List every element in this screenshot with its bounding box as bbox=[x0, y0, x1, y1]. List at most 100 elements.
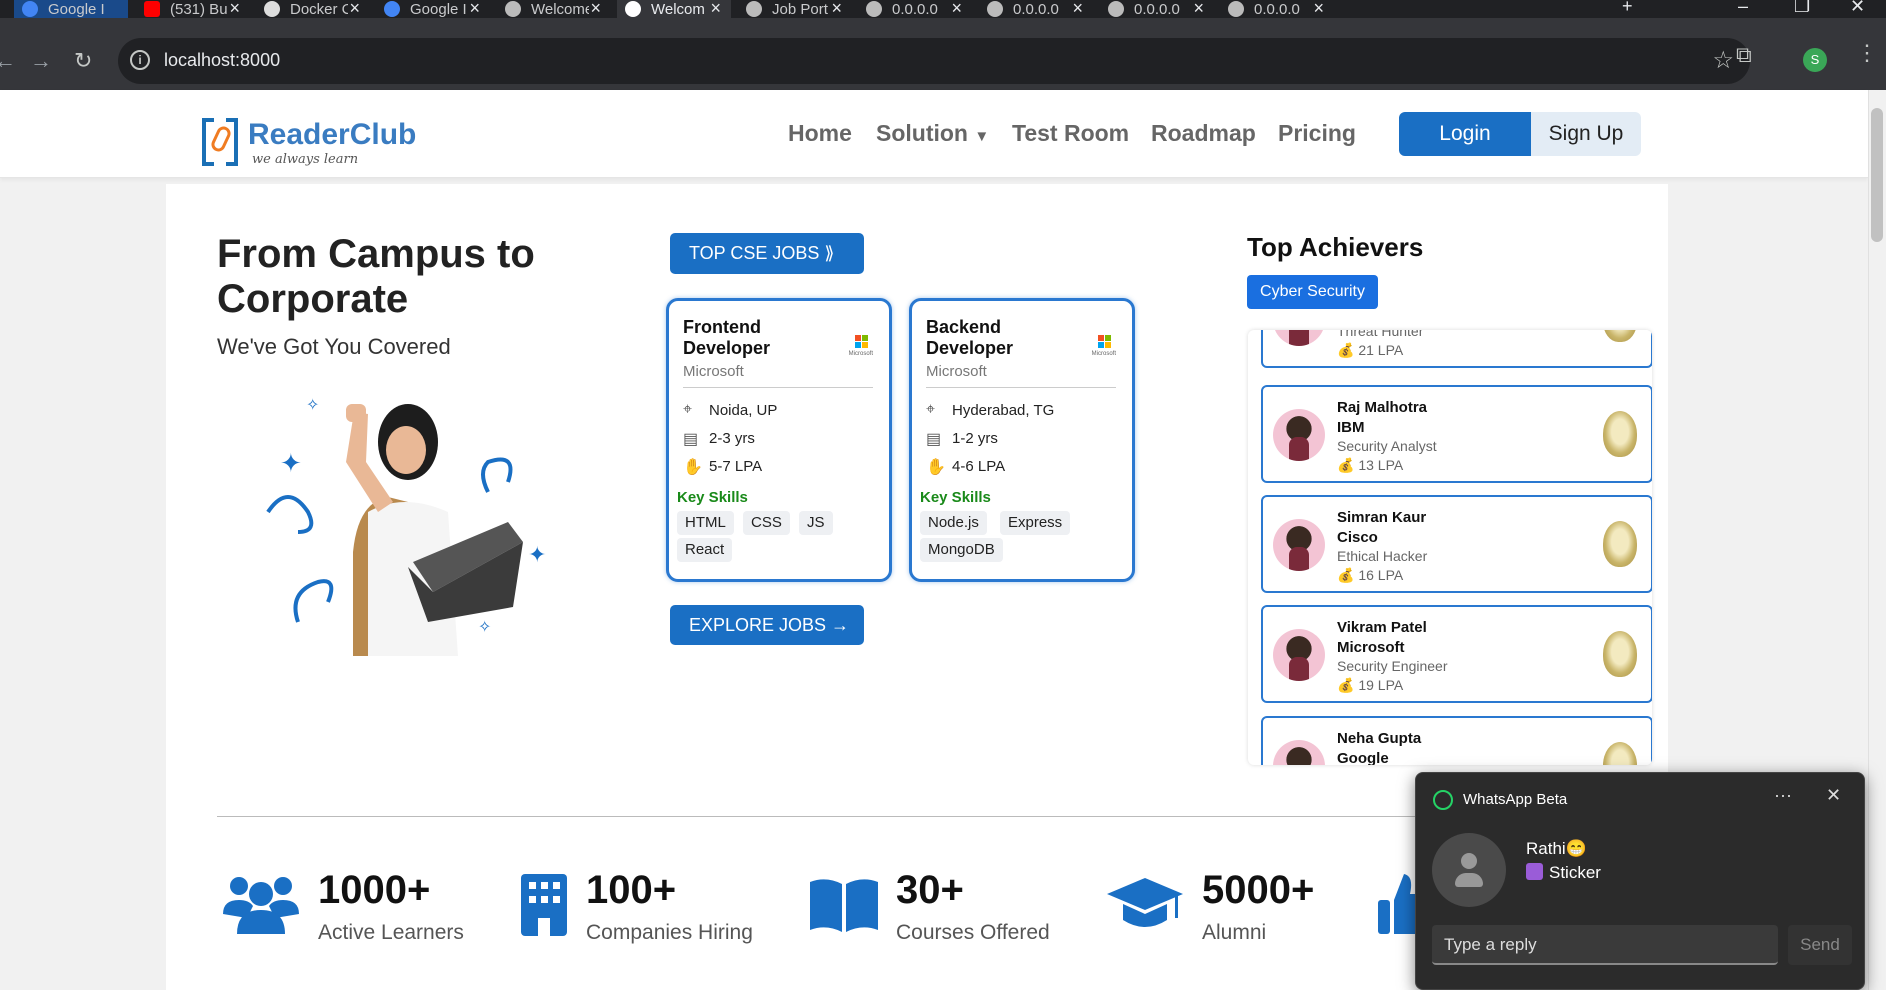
window-close-icon[interactable]: ✕ bbox=[1850, 0, 1865, 17]
achiever-salary: 💰 13 LPA bbox=[1337, 457, 1403, 474]
browser-tab[interactable]: 0.0.0.0 × bbox=[1220, 0, 1334, 18]
nav-test-room[interactable]: Test Room bbox=[1012, 120, 1129, 147]
svg-text:✧: ✧ bbox=[478, 619, 491, 636]
restore-icon[interactable]: ❐ bbox=[1794, 0, 1810, 17]
site-header: ReaderClub we always learn Home Solution… bbox=[0, 90, 1868, 178]
more-options-icon[interactable]: ··· bbox=[1774, 785, 1792, 806]
top-cse-jobs-label: TOP CSE JOBS bbox=[689, 243, 820, 263]
close-tab-icon[interactable]: × bbox=[1313, 0, 1324, 18]
minimize-icon[interactable]: – bbox=[1738, 0, 1748, 17]
browser-tab-active[interactable]: Welcom × bbox=[617, 0, 731, 18]
browser-tab[interactable]: Job Port × bbox=[738, 0, 852, 18]
close-tab-icon[interactable]: × bbox=[831, 0, 842, 18]
achiever-card[interactable]: Neha Gupta Google bbox=[1261, 716, 1652, 765]
microsoft-logo-text: Microsoft bbox=[1091, 351, 1116, 357]
police-badge-icon bbox=[1603, 742, 1637, 765]
job-location: ⌖ Noida, UP bbox=[683, 401, 777, 419]
microsoft-logo-icon bbox=[855, 335, 869, 349]
briefcase-icon: ▤ bbox=[926, 431, 942, 448]
close-tab-icon[interactable]: × bbox=[469, 0, 480, 18]
browser-tab[interactable]: 0.0.0.0 × bbox=[858, 0, 972, 18]
close-tab-icon[interactable]: × bbox=[590, 0, 601, 18]
explore-jobs-button[interactable]: EXPLORE JOBS → bbox=[670, 605, 864, 645]
browser-toolbar: ← → ↻ i localhost:8000 ☆ ⧉ S ⋮ bbox=[0, 18, 1886, 90]
users-icon bbox=[223, 877, 299, 934]
page-scrollbar-thumb[interactable] bbox=[1871, 108, 1883, 242]
profile-avatar[interactable]: S bbox=[1803, 48, 1827, 72]
new-tab-icon[interactable]: + bbox=[1622, 0, 1633, 17]
job-card[interactable]: Frontend Developer Microsoft Microsoft ⌖… bbox=[666, 298, 892, 582]
achiever-card[interactable]: Raj Malhotra IBM Security Analyst 💰 13 L… bbox=[1261, 385, 1652, 483]
achiever-lpa-text: 21 LPA bbox=[1358, 342, 1404, 358]
stat-label: Courses Offered bbox=[896, 921, 1050, 944]
achiever-card[interactable]: Simran Kaur Cisco Ethical Hacker 💰 16 LP… bbox=[1261, 495, 1652, 593]
job-salary: ✋ 4-6 LPA bbox=[926, 457, 1005, 477]
docker-favicon-icon bbox=[264, 1, 280, 17]
close-tab-icon[interactable]: × bbox=[229, 0, 240, 18]
job-salary-text: 5-7 LPA bbox=[709, 457, 763, 475]
achiever-salary: 💰 16 LPA bbox=[1337, 567, 1403, 584]
close-tab-icon[interactable]: × bbox=[1072, 0, 1083, 18]
achiever-photo bbox=[1273, 330, 1325, 346]
skill-chip: JS bbox=[799, 511, 833, 535]
browser-tab[interactable]: (531) Bu × bbox=[136, 0, 250, 18]
browser-tab[interactable]: Google I × bbox=[376, 0, 490, 18]
nav-pricing[interactable]: Pricing bbox=[1278, 120, 1356, 147]
job-location-text: Noida, UP bbox=[709, 401, 778, 419]
extensions-icon[interactable]: ⧉ bbox=[1736, 42, 1752, 68]
achievers-title: Top Achievers bbox=[1247, 232, 1424, 262]
whatsapp-logo-icon bbox=[1433, 790, 1453, 810]
achiever-lpa-text: 19 LPA bbox=[1358, 677, 1404, 693]
category-tab-cyber-security[interactable]: Cyber Security bbox=[1247, 275, 1378, 309]
browser-tab[interactable]: Welcome × bbox=[497, 0, 611, 18]
google-favicon-icon bbox=[22, 1, 38, 17]
reload-icon[interactable]: ↻ bbox=[74, 48, 92, 74]
site-info-icon[interactable]: i bbox=[130, 50, 150, 70]
forward-icon[interactable]: → bbox=[30, 48, 52, 74]
achiever-card[interactable]: Vikram Patel Microsoft Security Engineer… bbox=[1261, 605, 1652, 703]
send-button[interactable]: Send bbox=[1788, 925, 1852, 965]
browser-menu-icon[interactable]: ⋮ bbox=[1856, 40, 1878, 66]
achiever-name: Neha Gupta bbox=[1337, 730, 1422, 747]
skill-chip: Express bbox=[1000, 511, 1071, 535]
bookmark-star-icon[interactable]: ☆ bbox=[1712, 46, 1734, 75]
google-favicon-icon bbox=[384, 1, 400, 17]
close-notification-icon[interactable]: ✕ bbox=[1826, 785, 1841, 806]
key-skills-label: Key Skills bbox=[677, 489, 748, 506]
police-badge-icon bbox=[1603, 330, 1637, 342]
tab-title: Docker C bbox=[290, 0, 348, 18]
nav-roadmap[interactable]: Roadmap bbox=[1151, 120, 1256, 147]
reply-input[interactable]: Type a reply bbox=[1432, 925, 1778, 965]
back-icon[interactable]: ← bbox=[0, 48, 16, 74]
browser-tab[interactable]: Docker C × bbox=[256, 0, 370, 18]
close-tab-icon[interactable]: × bbox=[349, 0, 360, 18]
globe-favicon-icon bbox=[1228, 1, 1244, 17]
browser-tab[interactable]: 0.0.0.0 × bbox=[979, 0, 1093, 18]
close-tab-icon[interactable]: × bbox=[951, 0, 962, 18]
browser-tab-bar: Google I (531) Bu × Docker C × Google I × W… bbox=[0, 0, 1886, 18]
achiever-card[interactable]: Threat Hunter 💰 21 LPA bbox=[1261, 330, 1652, 368]
key-skills-label: Key Skills bbox=[920, 489, 991, 506]
nav-home[interactable]: Home bbox=[788, 120, 852, 147]
close-tab-icon[interactable]: × bbox=[710, 0, 721, 18]
login-button[interactable]: Login bbox=[1399, 112, 1531, 156]
screen: Google I (531) Bu × Docker C × Google I × W… bbox=[0, 0, 1886, 990]
signup-button[interactable]: Sign Up bbox=[1531, 112, 1641, 156]
url-text[interactable]: localhost:8000 bbox=[164, 50, 280, 71]
achiever-company: IBM bbox=[1337, 419, 1365, 436]
achievers-list[interactable]: Threat Hunter 💰 21 LPA Raj Malhotra IBM … bbox=[1248, 330, 1652, 765]
browser-tab[interactable]: Google I bbox=[14, 0, 128, 18]
nav-solution[interactable]: Solution ▼ bbox=[876, 120, 989, 147]
browser-tab[interactable]: 0.0.0.0 × bbox=[1100, 0, 1214, 18]
top-cse-jobs-button[interactable]: TOP CSE JOBS ⟫ bbox=[670, 233, 864, 274]
microsoft-logo-icon bbox=[1098, 335, 1112, 349]
site-favicon-icon bbox=[625, 1, 641, 17]
job-experience: ▤ 1-2 yrs bbox=[926, 429, 998, 449]
job-card[interactable]: Backend Developer Microsoft Microsoft ⌖ H… bbox=[909, 298, 1135, 582]
close-tab-icon[interactable]: × bbox=[1193, 0, 1204, 18]
whatsapp-notification[interactable]: WhatsApp Beta ··· ✕ Rathi😁 Sticker Type … bbox=[1415, 772, 1865, 990]
achiever-company: Cisco bbox=[1337, 529, 1378, 546]
address-bar[interactable]: i localhost:8000 ☆ bbox=[118, 38, 1750, 84]
money-bag-icon: 💰 bbox=[1337, 677, 1355, 693]
tab-title: Job Port bbox=[772, 0, 828, 18]
